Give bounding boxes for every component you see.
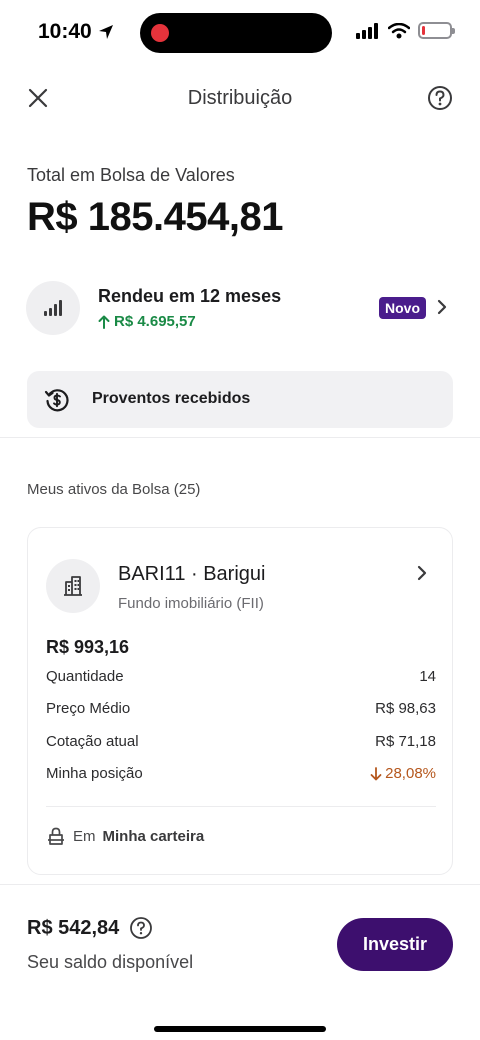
asset-row-value: R$ 71,18	[375, 733, 436, 750]
status-time: 10:40	[38, 20, 114, 44]
status-bar: 10:40	[0, 0, 480, 66]
wallet-info: Em Minha carteira	[46, 826, 204, 846]
asset-row-value-negative: 28,08%	[370, 765, 436, 782]
wallet-prefix: Em	[73, 827, 96, 845]
asset-row-label: Quantidade	[46, 668, 124, 685]
yield-value: R$ 4.695,57	[98, 313, 196, 330]
cellular-signal-icon	[356, 22, 378, 39]
balance-value: R$ 542,84	[27, 916, 120, 939]
arrow-up-icon	[98, 315, 110, 329]
total-value: R$ 185.454,81	[27, 195, 283, 239]
signal-bars-icon	[44, 300, 62, 316]
help-button[interactable]	[426, 84, 454, 112]
asset-row-minha-posicao: Minha posição 28,08%	[46, 765, 436, 782]
arrow-down-icon	[370, 766, 382, 780]
dynamic-island	[140, 13, 332, 53]
asset-row-quantidade: Quantidade 14	[46, 668, 436, 685]
minha-posicao-value: 28,08%	[385, 765, 436, 782]
assets-section-title: Meus ativos da Bolsa (25)	[27, 481, 201, 498]
proventos-label: Proventos recebidos	[92, 390, 251, 407]
asset-row-value: 14	[419, 668, 436, 685]
home-indicator[interactable]	[154, 1026, 326, 1032]
wallet-lock-icon	[48, 827, 64, 845]
battery-level	[422, 26, 425, 35]
balance: R$ 542,84	[27, 916, 153, 940]
asset-row-label: Minha posição	[46, 765, 143, 782]
wifi-icon	[388, 22, 410, 38]
building-icon	[64, 576, 82, 596]
help-icon	[428, 86, 452, 110]
location-arrow-icon	[98, 25, 113, 39]
yield-row[interactable]: Rendeu em 12 meses R$ 4.695,57 Novo	[26, 281, 456, 337]
proventos-button[interactable]: Proventos recebidos	[27, 371, 453, 428]
chevron-right-icon[interactable]	[412, 563, 432, 583]
asset-row-preco-medio: Preço Médio R$ 98,63	[46, 700, 436, 717]
recording-dot-icon	[151, 24, 169, 42]
header: Distribuição	[0, 76, 480, 120]
invest-button[interactable]: Investir	[337, 918, 453, 971]
asset-amount: R$ 993,16	[46, 637, 130, 657]
page-title: Distribuição	[187, 87, 293, 109]
wallet-name: Minha carteira	[102, 827, 205, 845]
yield-icon-wrapper	[26, 281, 80, 335]
yield-title: Rendeu em 12 meses	[98, 286, 282, 306]
asset-row-label: Preço Médio	[46, 700, 131, 717]
yield-value-text: R$ 4.695,57	[114, 313, 196, 330]
bottom-bar: R$ 542,84 Seu saldo disponível Investir	[0, 884, 480, 1040]
section-divider	[0, 437, 480, 438]
asset-name: BARI11 · Barigui	[118, 563, 266, 585]
status-time-label: 10:40	[38, 20, 92, 43]
chevron-right-icon	[437, 299, 447, 315]
asset-row-value: R$ 98,63	[375, 700, 436, 717]
status-indicators	[356, 22, 455, 39]
asset-row-label: Cotação atual	[46, 733, 139, 750]
balance-label: Seu saldo disponível	[27, 952, 194, 972]
dollar-history-icon	[44, 389, 69, 412]
battery-icon	[418, 22, 455, 39]
asset-card[interactable]: BARI11 · Barigui Fundo imobiliário (FII)…	[27, 527, 453, 875]
novo-badge: Novo	[379, 297, 426, 319]
asset-icon-wrapper	[46, 559, 100, 613]
total-label: Total em Bolsa de Valores	[27, 165, 235, 185]
asset-row-cotacao-atual: Cotação atual R$ 71,18	[46, 733, 436, 750]
card-divider	[46, 806, 436, 807]
asset-type: Fundo imobiliário (FII)	[118, 595, 264, 612]
help-icon[interactable]	[129, 916, 153, 940]
